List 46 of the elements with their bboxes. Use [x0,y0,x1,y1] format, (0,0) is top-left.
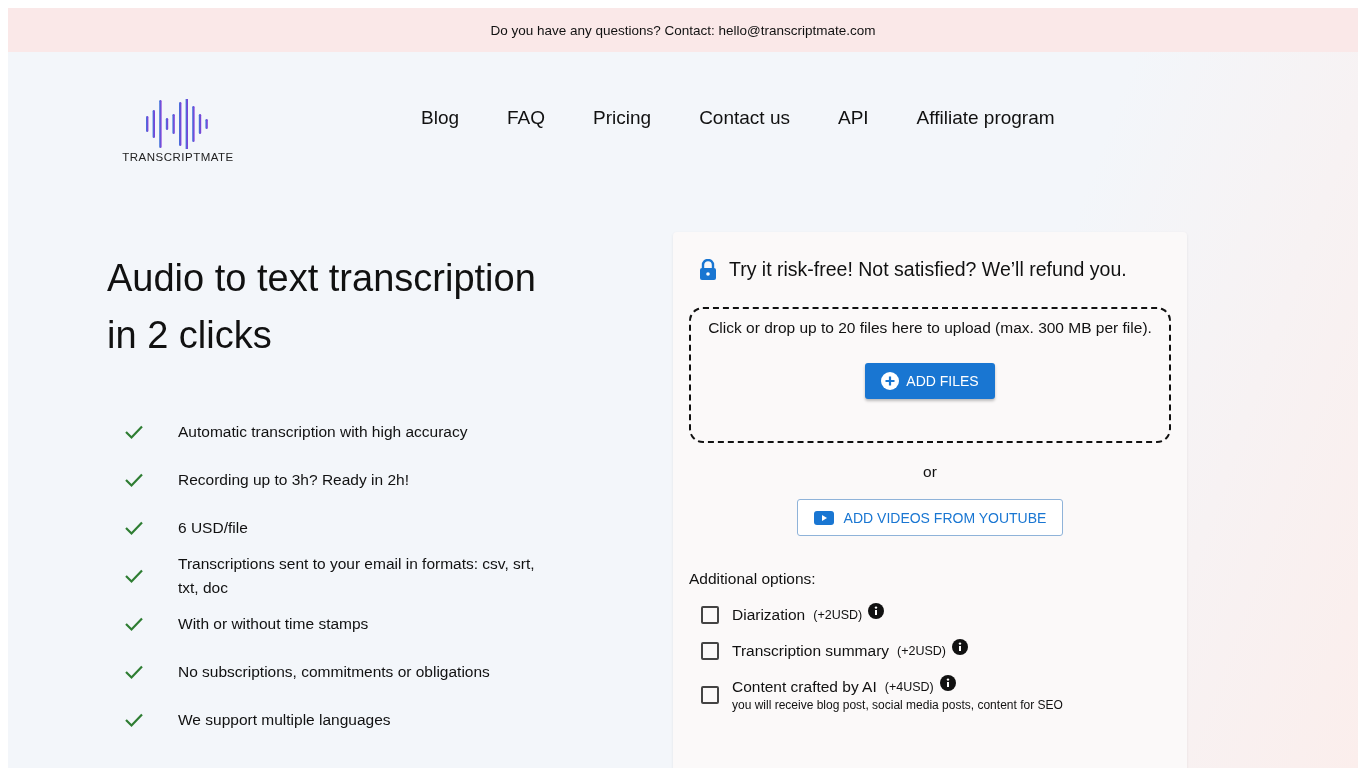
option-price: (+2USD) [813,608,863,622]
dropzone-text: Click or drop up to 20 files here to upload (max. 300 MB per file). [708,319,1152,337]
nav-link[interactable]: Pricing [593,107,652,129]
plus-icon [881,372,900,390]
option-note: you will receive blog post, social media posts, content for SEO [732,698,1063,712]
option-label: Content crafted by AI [732,678,877,696]
hero-title: Audio to text transcription in 2 clicks [107,256,537,358]
feature-text: Transcriptions sent to your email in formats: csv, srt, txt, doc [178,554,536,598]
lock-icon [699,258,717,281]
add-files-button[interactable]: ADD FILES [865,363,995,399]
check-icon [124,472,144,488]
check-icon [124,424,144,440]
option-price: (+2USD) [897,644,946,658]
check-icon [124,616,144,632]
option-label: Diarization [732,606,806,624]
or-text: or [922,463,938,481]
feature-text: With or without time stamps [178,614,370,634]
check-icon [124,520,144,536]
checkbox[interactable] [701,606,719,624]
checkbox[interactable] [701,642,719,660]
options-title: Additional options: [689,570,817,588]
check-icon [124,712,144,728]
info-icon[interactable] [868,603,885,619]
youtube-button[interactable]: ADD VIDEOS FROM YOUTUBE [796,499,1064,536]
play-icon [813,510,834,525]
feature-text: We support multiple languages [178,710,392,730]
nav-link[interactable]: Contact us [699,107,790,129]
check-icon [124,568,144,584]
check-icon [124,664,144,680]
contact-text: Do you have any questions? Contact: hello@transcriptmate.com [490,22,876,38]
feature-text: Automatic transcription with high accuracy [178,422,469,442]
feature-text: 6 USD/file [178,518,249,538]
nav-link[interactable]: Affiliate program [916,107,1055,129]
checkbox[interactable] [701,686,719,704]
dropzone[interactable]: Click or drop up to 20 files here to upload (max. 300 MB per file). ADD FILES [689,307,1171,443]
feature-text: No subscriptions, commitments or obligations [178,662,491,682]
feature-text: Recording up to 3h? Ready in 2h! [178,470,410,490]
info-icon[interactable] [939,675,956,691]
guarantee-text: Try it risk-free! Not satisfied? We’ll refund you. [729,258,1127,281]
nav-link[interactable]: API [837,107,869,129]
nav-link[interactable]: FAQ [507,107,546,129]
logo-text: TRANSCRIPTMATE [122,151,234,163]
option-label: Transcription summary [732,642,890,660]
nav-link[interactable]: Blog [421,107,460,129]
option-price: (+4USD) [884,680,934,694]
info-icon[interactable] [952,639,968,655]
